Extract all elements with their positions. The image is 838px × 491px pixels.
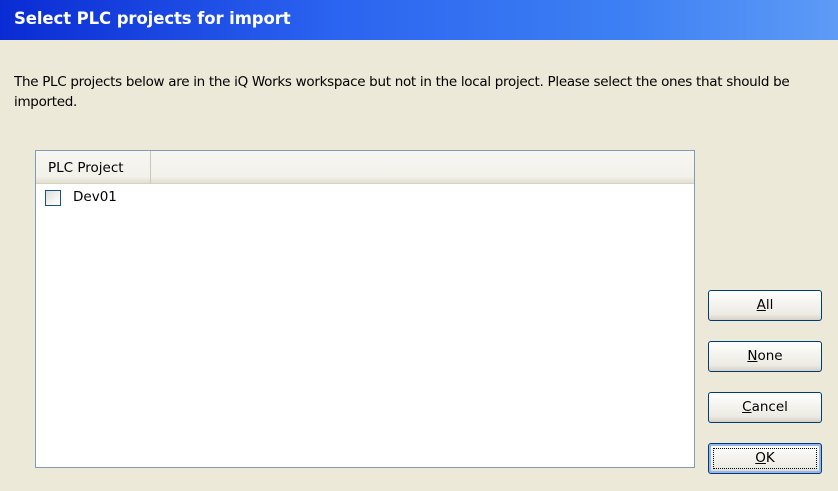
cancel-button-mnemonic: C — [742, 399, 752, 415]
all-button-mnemonic: A — [756, 297, 766, 313]
list-item-label: Dev01 — [73, 189, 117, 205]
ok-focus-rect — [713, 448, 817, 469]
none-button[interactable]: None — [708, 341, 822, 372]
import-dialog: Select PLC projects for import The PLC p… — [0, 0, 838, 491]
column-header-label: PLC Project — [48, 160, 124, 176]
cancel-button-label: ancel — [751, 399, 788, 415]
all-button[interactable]: All — [708, 290, 822, 321]
list-header: PLC Project — [36, 151, 694, 184]
column-header-plc-project[interactable]: PLC Project — [36, 151, 151, 183]
dev01-checkbox[interactable] — [45, 190, 61, 206]
all-button-label: ll — [765, 297, 774, 313]
none-button-label: one — [757, 348, 783, 364]
title-bar: Select PLC projects for import — [0, 0, 838, 40]
list-item[interactable]: Dev01 — [36, 187, 694, 211]
cancel-button[interactable]: Cancel — [708, 392, 822, 423]
dialog-title: Select PLC projects for import — [14, 9, 291, 28]
none-button-mnemonic: N — [747, 348, 758, 364]
ok-button[interactable]: OK — [708, 443, 822, 474]
plc-project-list[interactable]: PLC Project Dev01 — [35, 150, 695, 468]
dialog-description: The PLC projects below are in the iQ Wor… — [14, 74, 790, 110]
